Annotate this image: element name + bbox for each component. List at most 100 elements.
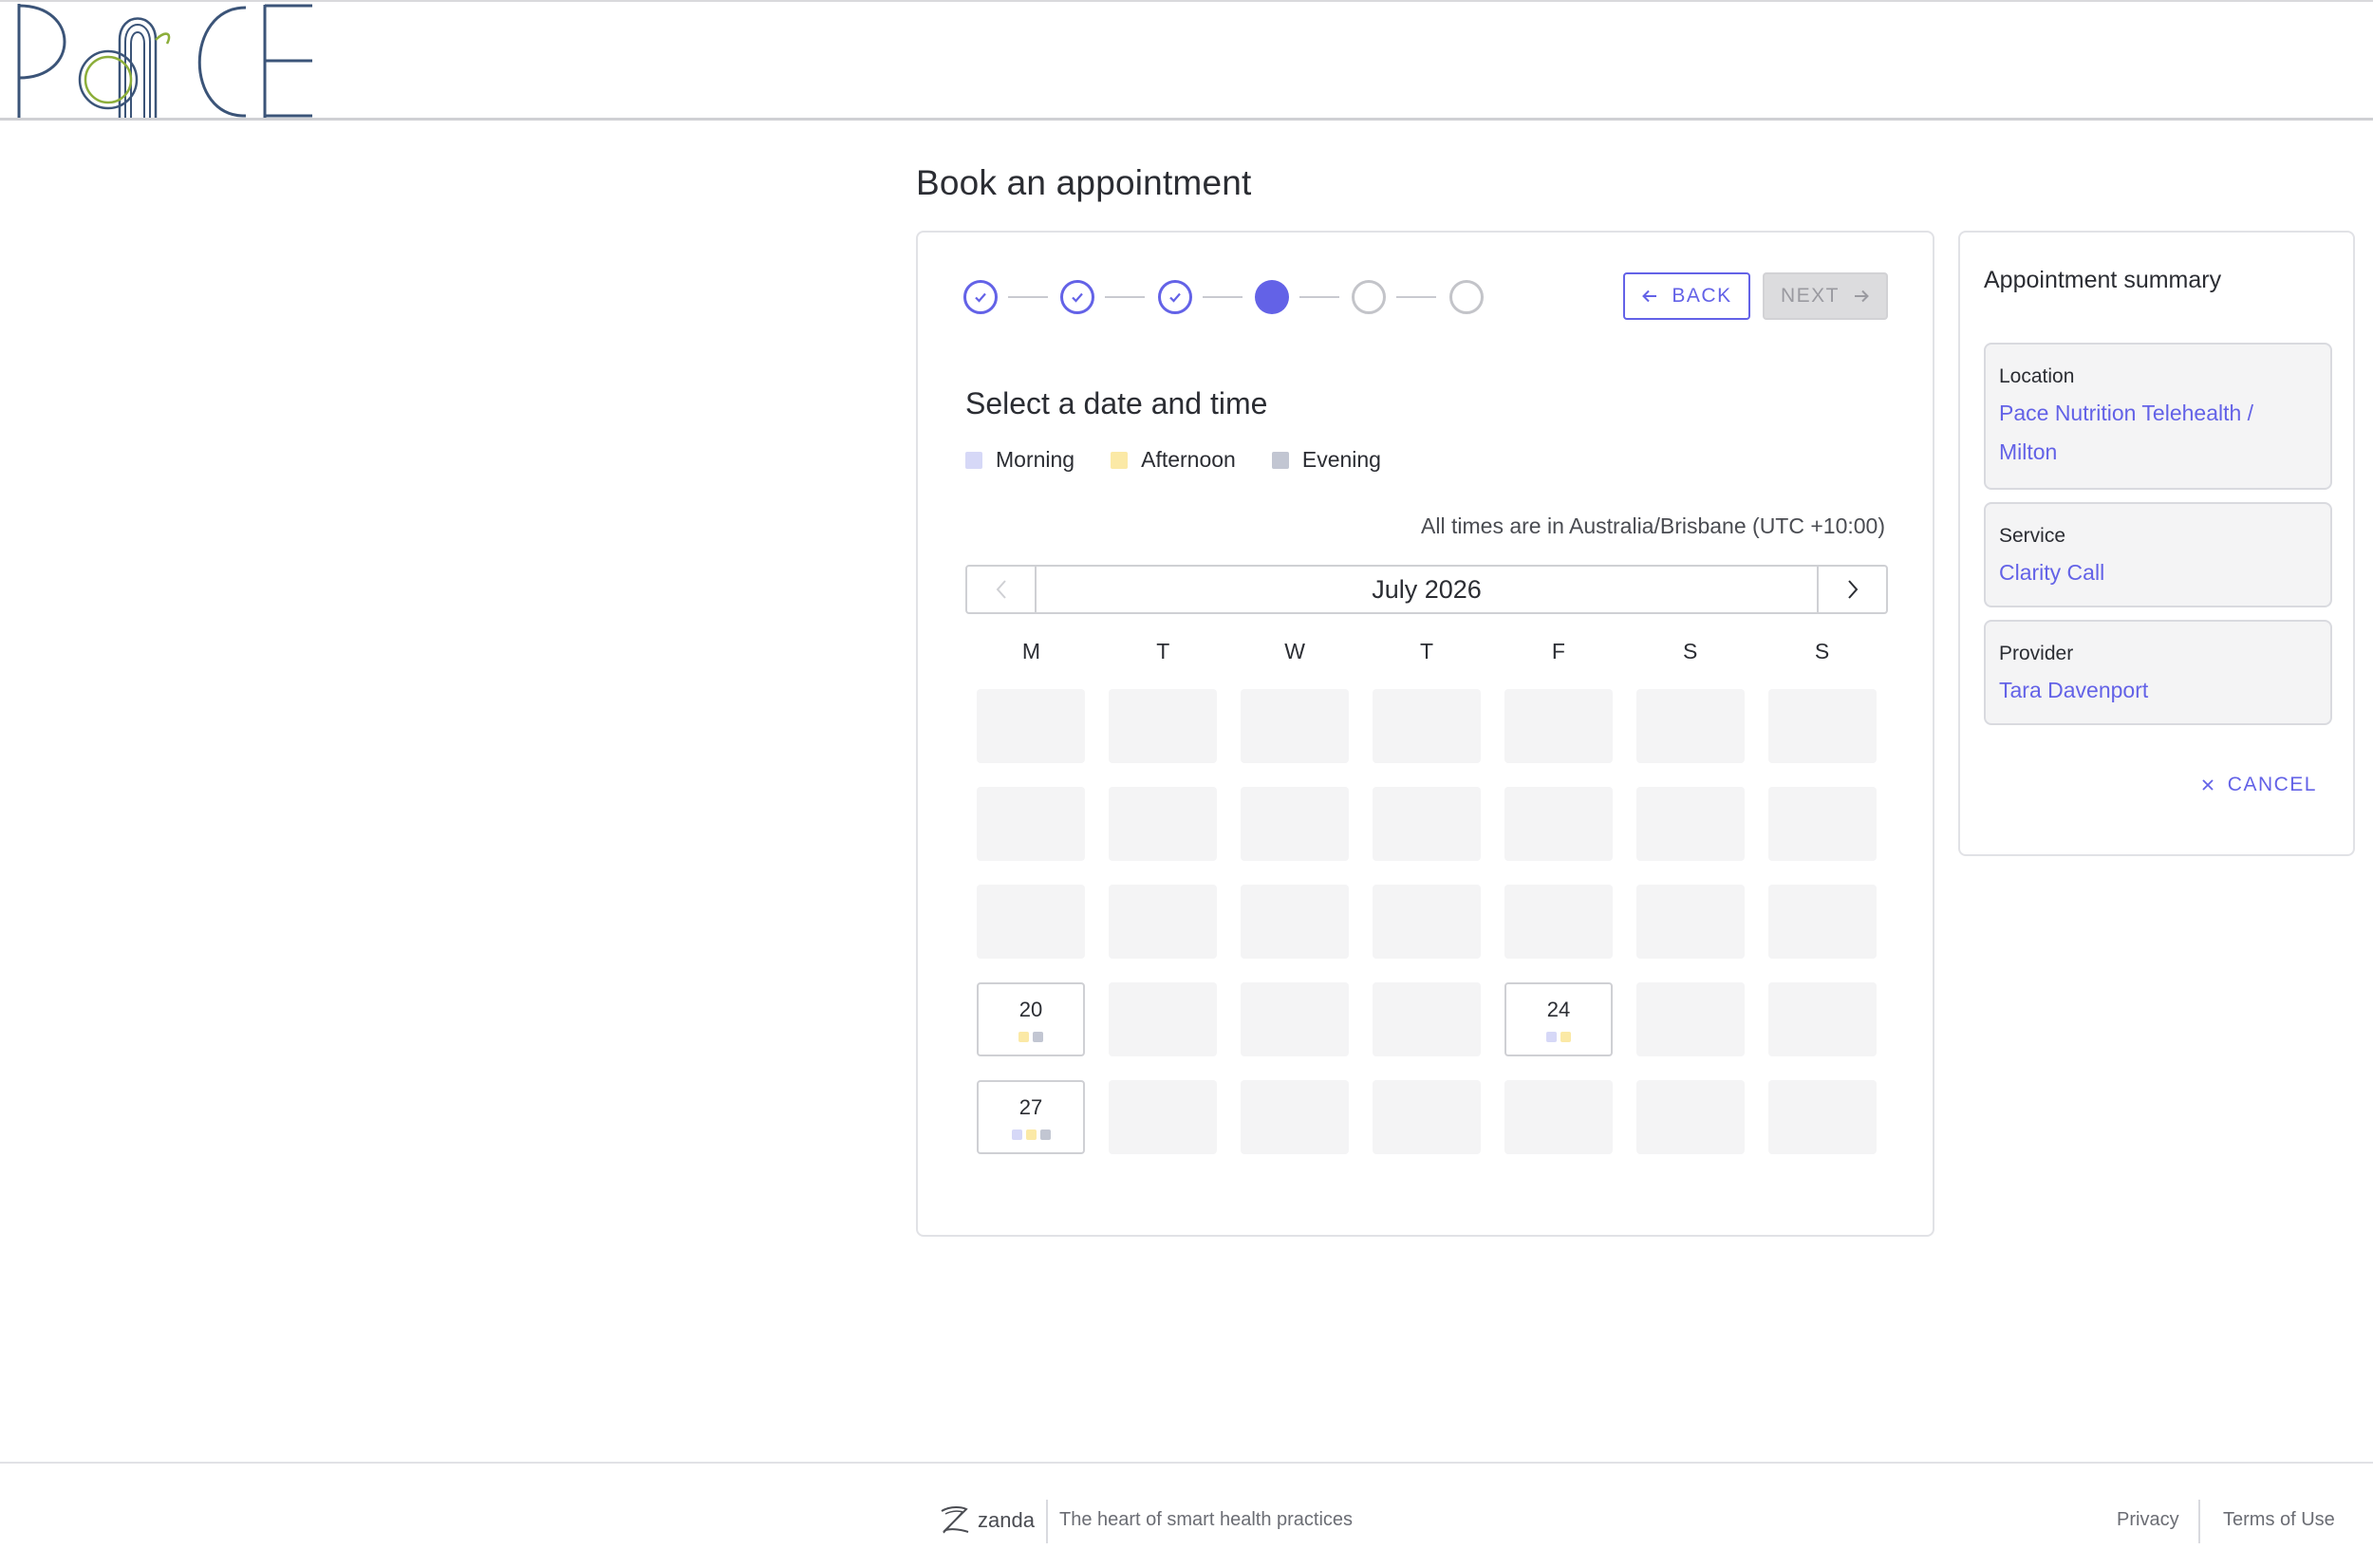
calendar-day-unavailable (1636, 787, 1745, 861)
calendar-day-unavailable (1768, 982, 1877, 1056)
legend-label: Evening (1301, 447, 1381, 472)
calendar-day-unavailable (1504, 1080, 1613, 1154)
weekday-label: W (1284, 639, 1305, 663)
morning-slot-icon (1011, 1129, 1022, 1140)
afternoon-slot-icon (1560, 1032, 1571, 1042)
evening-slot-icon (1039, 1129, 1051, 1140)
provider-link[interactable]: Tara Davenport (1999, 671, 2317, 710)
month-label: July 2026 (1372, 575, 1482, 604)
slot-indicators (979, 1129, 1083, 1140)
cancel-button[interactable]: CANCEL (2201, 774, 2317, 796)
privacy-link[interactable]: Privacy (2117, 1509, 2179, 1531)
previous-month-button[interactable] (967, 567, 1037, 612)
calendar-day-unavailable (1636, 689, 1745, 763)
calendar-day-unavailable (1241, 787, 1349, 861)
cancel-label: CANCEL (2227, 774, 2317, 795)
calendar-day-unavailable (1109, 885, 1217, 959)
weekday-label: F (1551, 639, 1565, 663)
location-link[interactable]: Pace Nutrition Telehealth / Milton (1999, 394, 2317, 472)
day-number: 20 (1018, 998, 1043, 1021)
month-navigator: July 2026 (965, 565, 1888, 614)
weekday-label: T (1419, 639, 1434, 663)
evening-slot-icon (1033, 1032, 1043, 1042)
calendar-day-unavailable (1504, 689, 1613, 763)
legend-label: Afternoon (1141, 447, 1236, 472)
calendar-day-available[interactable]: 24 (1504, 982, 1613, 1056)
weekday-header: M T W T F S S (965, 639, 1888, 664)
step-3-complete-icon (1158, 280, 1192, 314)
step-6-pending-icon (1449, 280, 1484, 314)
step-2-complete-icon (1060, 280, 1094, 314)
footer: zanda The heart of smart health practice… (0, 1462, 2373, 1568)
step-connector (1105, 296, 1145, 298)
calendar-day-unavailable (1768, 787, 1877, 861)
legend-label: Morning (996, 447, 1075, 472)
morning-swatch-icon (965, 451, 982, 469)
weekday-label: T (1156, 639, 1170, 663)
footer-tagline: The heart of smart health practices (1059, 1509, 1354, 1530)
afternoon-slot-icon (1018, 1032, 1029, 1042)
next-button[interactable]: NEXT (1763, 272, 1888, 320)
step-connector (1299, 296, 1339, 298)
slot-indicators (979, 1032, 1083, 1042)
chevron-left-icon (996, 580, 1006, 599)
appointment-summary: Appointment summary Location Pace Nutrit… (1958, 231, 2355, 856)
calendar-day-available[interactable]: 27 (977, 1080, 1085, 1154)
calendar-day-unavailable (1768, 885, 1877, 959)
calendar-day-unavailable (1373, 885, 1481, 959)
next-month-button[interactable] (1817, 567, 1886, 612)
terms-link[interactable]: Terms of Use (2223, 1509, 2335, 1531)
footer-divider (2198, 1500, 2200, 1543)
calendar-day-unavailable (1636, 885, 1745, 959)
calendar-day-unavailable (1109, 787, 1217, 861)
calendar-day-unavailable (1241, 689, 1349, 763)
calendar-day-unavailable (1504, 787, 1613, 861)
summary-title: Appointment summary (1984, 267, 2222, 293)
top-bar (0, 0, 2373, 121)
section-title: Select a date and time (965, 386, 1268, 420)
summary-label: Service (1999, 525, 2066, 547)
calendar-day-unavailable (977, 689, 1085, 763)
footer-divider (1046, 1500, 1048, 1543)
brand-name: zanda (978, 1508, 1035, 1532)
legend-morning: Morning (965, 447, 1074, 473)
afternoon-swatch-icon (1111, 451, 1129, 469)
arrow-right-icon (1855, 289, 1869, 303)
page-title: Book an appointment (916, 163, 1252, 202)
chevron-right-icon (1847, 580, 1858, 599)
summary-label: Provider (1999, 643, 2074, 664)
calendar-day-unavailable (1373, 787, 1481, 861)
step-connector (1396, 296, 1436, 298)
calendar-day-unavailable (1373, 1080, 1481, 1154)
zanda-brand[interactable]: zanda (938, 1503, 1035, 1538)
summary-provider: Provider Tara Davenport (1984, 620, 2332, 725)
weekday-label: S (1814, 639, 1830, 663)
next-button-label: NEXT (1780, 285, 1840, 307)
back-button[interactable]: BACK (1623, 272, 1750, 320)
calendar-day-unavailable (1109, 1080, 1217, 1154)
calendar-day-unavailable (1768, 1080, 1877, 1154)
step-connector (1008, 296, 1048, 298)
calendar-day-unavailable (1636, 1080, 1745, 1154)
evening-swatch-icon (1271, 451, 1289, 469)
afternoon-slot-icon (1025, 1129, 1037, 1140)
legend-evening: Evening (1271, 447, 1381, 473)
back-button-label: BACK (1672, 285, 1732, 307)
weekday-label: M (1021, 639, 1040, 663)
calendar-day-unavailable (1109, 689, 1217, 763)
close-icon (2202, 779, 2214, 791)
calendar-day-unavailable (1241, 885, 1349, 959)
calendar-day-available[interactable]: 20 (977, 982, 1085, 1056)
calendar-day-unavailable (977, 787, 1085, 861)
timezone-note: All times are in Australia/Brisbane (UTC… (1421, 513, 1885, 538)
step-5-pending-icon (1352, 280, 1386, 314)
arrow-left-icon (1642, 289, 1657, 303)
calendar-day-unavailable (1636, 982, 1745, 1056)
pace-logo[interactable] (13, 2, 315, 120)
summary-label: Location (1999, 365, 2075, 387)
slot-indicators (1506, 1032, 1611, 1042)
calendar-day-unavailable (1241, 1080, 1349, 1154)
calendar-day-unavailable (977, 885, 1085, 959)
service-link[interactable]: Clarity Call (1999, 553, 2317, 592)
calendar-day-unavailable (1241, 982, 1349, 1056)
